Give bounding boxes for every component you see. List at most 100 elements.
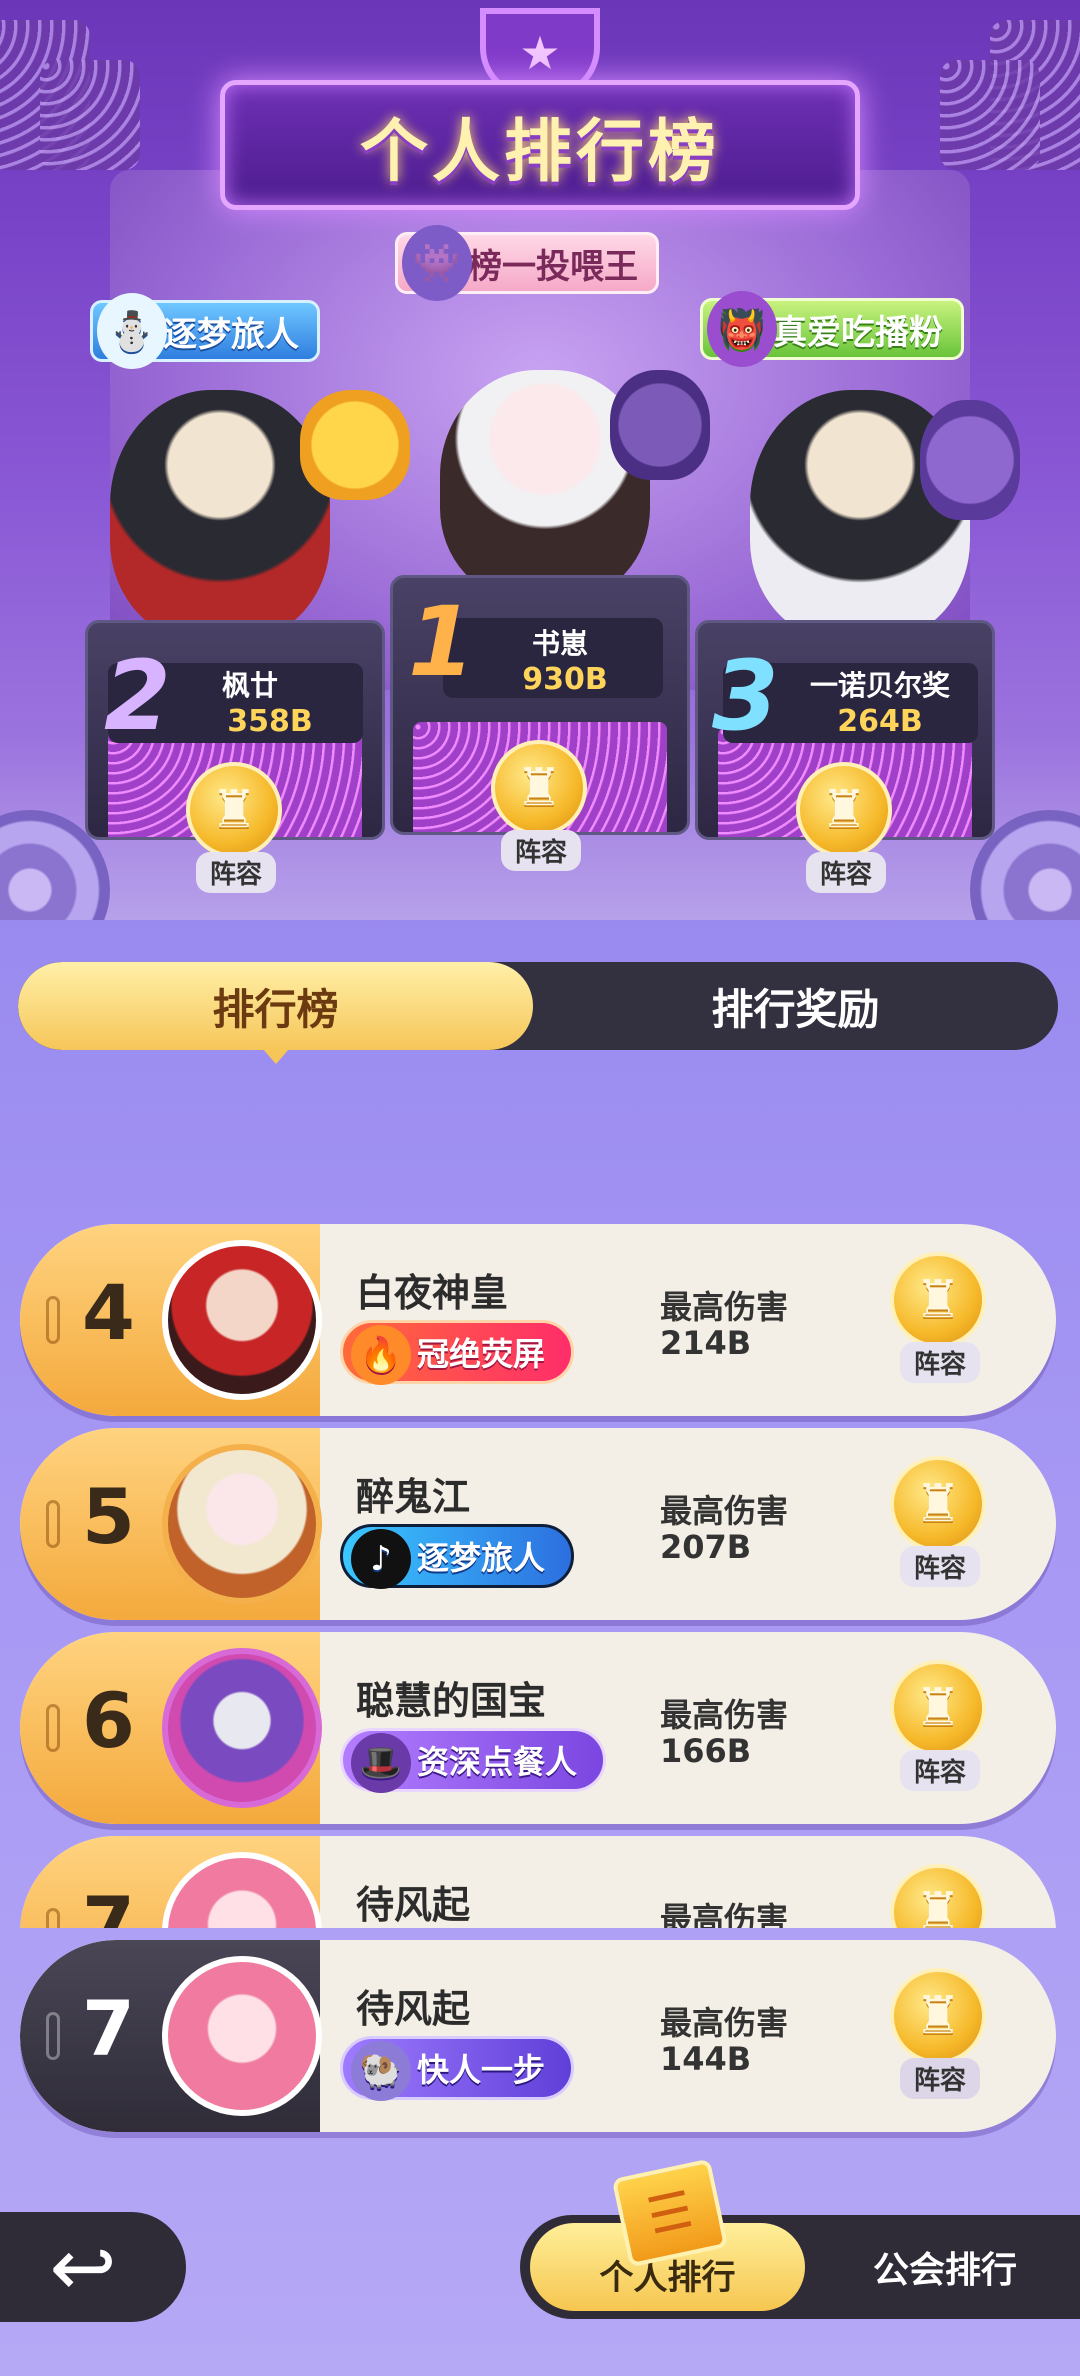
- lineup-button[interactable]: ♜ 阵容: [890, 1252, 990, 1383]
- title-badge: 🐏 快人一步: [340, 2036, 575, 2101]
- mascot-icon: 👾: [402, 225, 472, 301]
- list-item[interactable]: 4 白夜神皇 🔥 冠绝荧屏 最高伤害 214B ♜ 阵容: [20, 1224, 1056, 1416]
- title-tag-left-label: 逐梦旅人: [163, 314, 299, 355]
- title-tag-left: ⛄ 逐梦旅人: [90, 293, 320, 369]
- podium-rank-2-name: 枫廿: [221, 669, 278, 702]
- lineup-button[interactable]: ♜ 阵容: [890, 1660, 990, 1791]
- podium-stage: ★ 个人排行榜 👾 榜一投喂王 ⛄ 逐梦旅人 👹 真爱吃播粉 2 枫廿 358B…: [0, 0, 1080, 920]
- title-badge: 🎩 资深点餐人: [340, 1728, 607, 1793]
- lineup-label: 阵容: [899, 1546, 980, 1587]
- rank-number: 7: [82, 1984, 135, 2073]
- tab-rewards[interactable]: 排行奖励: [533, 962, 1058, 1050]
- tab-guild-ranking[interactable]: 公会排行: [820, 2215, 1070, 2319]
- list-item[interactable]: 7 待风起 最高伤害 ♜ 阵容: [20, 1836, 1056, 1928]
- podium-rank-3-score: 264B: [837, 704, 923, 739]
- chess-icon: ♜: [796, 762, 892, 858]
- page-title: 个人排行榜: [359, 112, 720, 192]
- lineup-label: 阵容: [899, 2058, 980, 2099]
- title-badge-label: 快人一步: [417, 2051, 546, 2089]
- player-name: 白夜神皇: [356, 1271, 509, 1315]
- lineup-button[interactable]: ♜ 阵容: [890, 1456, 990, 1587]
- damage-label: 最高伤害: [660, 1900, 789, 1928]
- rank-number: 7: [82, 1880, 135, 1928]
- my-rank-row[interactable]: 7 待风起 🐏 快人一步 最高伤害 144B ♜ 阵容: [20, 1940, 1056, 2132]
- pet-cat-icon: [610, 370, 710, 480]
- chess-icon: ♜: [186, 762, 282, 858]
- damage-label: 最高伤害: [660, 1696, 789, 1734]
- avatar: [162, 1444, 322, 1604]
- ranking-tabs: 排行榜 排行奖励: [18, 962, 1058, 1050]
- avatar: [162, 1648, 322, 1808]
- list-item[interactable]: 5 醉鬼江 ♪ 逐梦旅人 最高伤害 207B ♜ 阵容: [20, 1428, 1056, 1620]
- lineup-button[interactable]: ♜ 阵容: [890, 1968, 990, 2099]
- lineup-label: 阵容: [500, 830, 581, 871]
- damage-label: 最高伤害: [660, 1492, 789, 1530]
- lineup-label: 阵容: [899, 1342, 980, 1383]
- player-name: 待风起: [356, 1987, 471, 2031]
- title-badge-label: 冠绝荧屏: [417, 1335, 546, 1373]
- back-arrow-icon: ↩: [49, 2220, 117, 2314]
- player-name: 醉鬼江: [356, 1475, 471, 1519]
- flame-mask-icon: 🔥: [351, 1325, 411, 1385]
- podium-rank-3-name: 一诺贝尔奖: [809, 669, 950, 702]
- avatar: [162, 1956, 322, 2116]
- title-badge: 🔥 冠绝荧屏: [340, 1320, 575, 1385]
- chess-icon: ♜: [890, 1456, 986, 1552]
- title-tag-right: 👹 真爱吃播粉: [700, 291, 964, 367]
- damage-value: 214B: [660, 1324, 752, 1362]
- lineup-button[interactable]: ♜ 阵容: [890, 1864, 990, 1928]
- damage-label: 最高伤害: [660, 1288, 789, 1326]
- tab-personal-ranking[interactable]: ☰ 个人排行: [530, 2158, 805, 2311]
- title-tag-center: 👾 榜一投喂王: [395, 225, 659, 301]
- chess-icon: ♜: [491, 740, 587, 836]
- row-notch: [46, 1296, 60, 1344]
- back-button[interactable]: ↩: [0, 2212, 186, 2322]
- damage-value: 207B: [660, 1528, 752, 1566]
- title-banner: 个人排行榜: [220, 80, 860, 210]
- chess-icon: ♜: [890, 1252, 986, 1348]
- monster-icon: 👹: [707, 291, 777, 367]
- podium-rank-3-lineup-button[interactable]: ♜ 阵容: [796, 762, 896, 893]
- title-tag-center-label: 榜一投喂王: [468, 246, 638, 287]
- podium-rank-1-lineup-button[interactable]: ♜ 阵容: [491, 740, 591, 871]
- podium-rank-1-number: 1: [408, 586, 475, 698]
- title-tag-right-label: 真爱吃播粉: [773, 312, 943, 353]
- chef-icon: 🎩: [351, 1733, 411, 1793]
- title-badge: ♪ 逐梦旅人: [340, 1524, 575, 1589]
- bottom-tab-bar: ☰ 个人排行 公会排行: [520, 2158, 1080, 2319]
- podium-rank-2-score: 358B: [227, 704, 313, 739]
- row-notch: [46, 1908, 60, 1928]
- tab-ranking[interactable]: 排行榜: [18, 962, 533, 1050]
- podium-rank-2-lineup-button[interactable]: ♜ 阵容: [186, 762, 286, 893]
- speaker-decoration: [940, 60, 1040, 170]
- player-name: 待风起: [356, 1883, 471, 1927]
- chess-icon: ♜: [890, 1660, 986, 1756]
- row-notch: [46, 1500, 60, 1548]
- lineup-label: 阵容: [805, 852, 886, 893]
- ram-icon: 🐏: [351, 2041, 411, 2101]
- podium-rank-2-number: 2: [104, 640, 171, 752]
- damage-label: 最高伤害: [660, 2004, 789, 2042]
- avatar: [162, 1240, 322, 1400]
- lineup-label: 阵容: [195, 852, 276, 893]
- ranking-list[interactable]: 4 白夜神皇 🔥 冠绝荧屏 最高伤害 214B ♜ 阵容 5 醉鬼江 ♪ 逐梦旅…: [0, 1210, 1080, 1928]
- podium-rank-3-number: 3: [712, 640, 779, 752]
- damage-value: 166B: [660, 1732, 752, 1770]
- damage-value: 144B: [660, 2040, 752, 2078]
- pet-cat-icon: [920, 400, 1020, 520]
- list-item[interactable]: 6 聪慧的国宝 🎩 资深点餐人 最高伤害 166B ♜ 阵容: [20, 1632, 1056, 1824]
- row-notch: [46, 2012, 60, 2060]
- tab-pointer: [262, 1048, 290, 1064]
- chess-icon: ♜: [890, 1968, 986, 2064]
- rank-number: 4: [82, 1268, 135, 1357]
- pet-chick-icon: [300, 390, 410, 500]
- title-badge-label: 资深点餐人: [417, 1743, 578, 1781]
- character-rank-2: [110, 390, 330, 640]
- rank-number: 5: [82, 1472, 135, 1561]
- player-name: 聪慧的国宝: [356, 1679, 547, 1723]
- speaker-decoration: [40, 60, 140, 170]
- mascot-icon: ⛄: [97, 293, 167, 369]
- rank-number: 6: [82, 1676, 135, 1765]
- title-badge-label: 逐梦旅人: [417, 1539, 546, 1577]
- row-notch: [46, 1704, 60, 1752]
